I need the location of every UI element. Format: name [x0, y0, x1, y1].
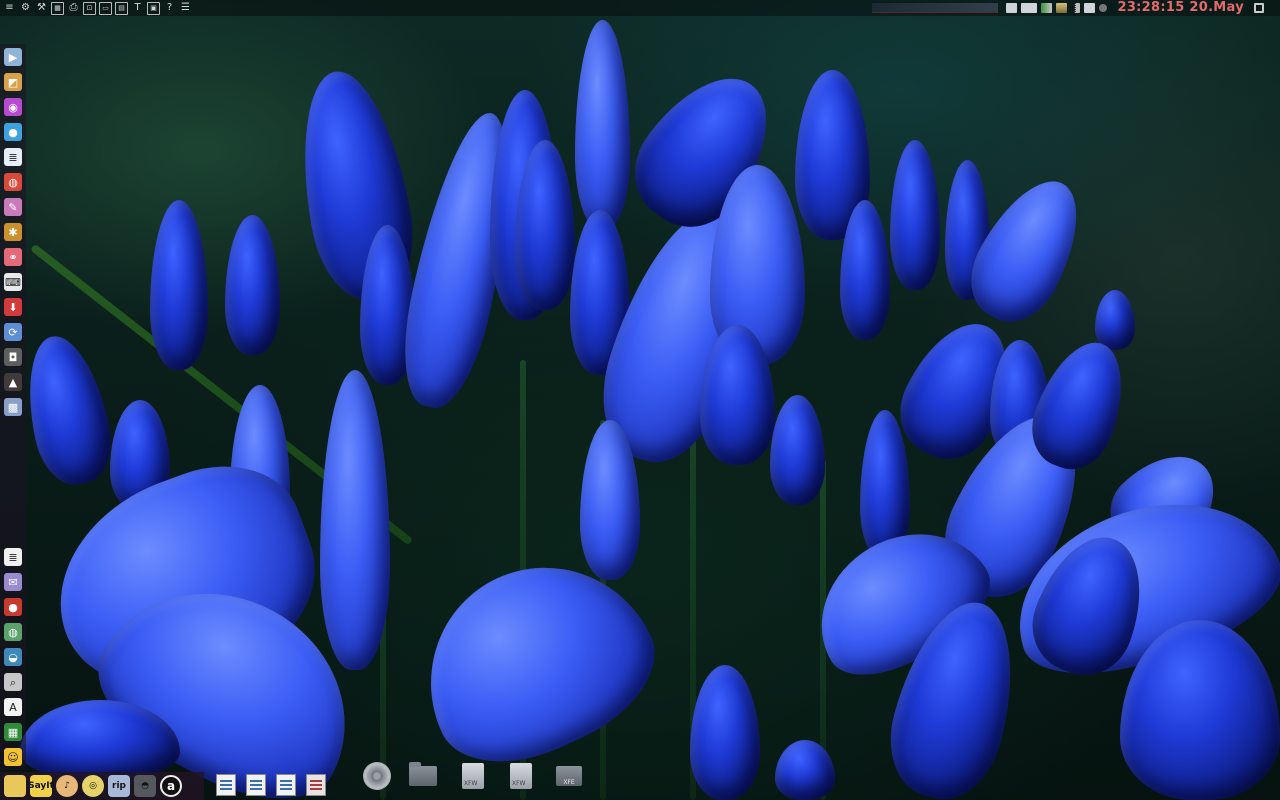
- calculator-icon[interactable]: ▦: [51, 1, 64, 15]
- media-player-icon[interactable]: ▶: [4, 48, 22, 66]
- amazon-icon[interactable]: a: [160, 775, 182, 797]
- left-bar-bottom-group: ≣ ✉ ● ◍ ◒ ⌕ A ▦ ☺: [4, 548, 22, 770]
- wallpaper-petal: [392, 529, 678, 791]
- text-editor-icon[interactable]: T: [131, 2, 144, 15]
- system-tray: 23:28:15 20.May: [872, 0, 1280, 16]
- wallpaper-petal: [575, 20, 630, 230]
- spreadsheet-icon[interactable]: ▦: [4, 723, 22, 741]
- file-manager-icon[interactable]: ▤: [115, 1, 128, 15]
- optical-drive-icon[interactable]: [362, 762, 392, 790]
- start-menu-icon[interactable]: [4, 775, 26, 797]
- cd-rip-icon[interactable]: rip: [108, 775, 130, 797]
- browser-icon[interactable]: ●: [4, 123, 22, 141]
- display-icon[interactable]: [1021, 3, 1038, 13]
- dog-icon[interactable]: ✱: [4, 223, 22, 241]
- earth-icon[interactable]: ◍: [4, 623, 22, 641]
- wallpaper-petal: [150, 200, 208, 370]
- list-icon[interactable]: ☰: [179, 2, 192, 15]
- notes-icon[interactable]: ≣: [4, 548, 22, 566]
- wallpaper-petal: [890, 140, 940, 290]
- red-ball-icon[interactable]: ●: [4, 598, 22, 616]
- network-icon[interactable]: ⚭: [4, 248, 22, 266]
- network-tray-icon[interactable]: [1041, 3, 1053, 13]
- workspace-icon[interactable]: [1006, 3, 1018, 13]
- logout-icon[interactable]: [1254, 3, 1264, 13]
- globe-pencil-icon[interactable]: ◒: [4, 648, 22, 666]
- wallpaper-petal: [320, 370, 390, 670]
- printer-icon[interactable]: ⎙: [67, 2, 80, 15]
- keyboard-layout-icon[interactable]: ⌨: [4, 273, 22, 291]
- cd-burner-icon[interactable]: ◎: [82, 775, 104, 797]
- download-icon[interactable]: ⬇: [4, 298, 22, 316]
- photo-viewer-icon[interactable]: ◩: [4, 73, 22, 91]
- eye-icon[interactable]: ◉: [4, 98, 22, 116]
- bottom-launcher-bar: SayIt ♪ ◎ rip ◓ a: [0, 772, 204, 800]
- clock[interactable]: 23:28:15 20.May: [1111, 0, 1250, 16]
- help-icon[interactable]: ?: [163, 2, 176, 15]
- window-icon[interactable]: ⊡: [83, 1, 96, 15]
- document-launcher-icon[interactable]: [276, 774, 296, 796]
- package-icon[interactable]: ▩: [4, 398, 22, 416]
- refresh-icon[interactable]: ⟳: [4, 323, 22, 341]
- signal-icon[interactable]: [1071, 3, 1081, 13]
- dictionary-icon[interactable]: A: [4, 698, 22, 716]
- picture-icon[interactable]: ▣: [147, 1, 160, 15]
- document-launcher-icon[interactable]: [306, 774, 326, 796]
- wallpaper-petal: [1095, 290, 1135, 350]
- globe-red-icon[interactable]: ◍: [4, 173, 22, 191]
- wallpaper-petal: [775, 740, 835, 800]
- taskbar-strip[interactable]: [872, 3, 999, 13]
- volume-icon[interactable]: [1084, 3, 1096, 13]
- hat-icon[interactable]: ▲: [4, 373, 22, 391]
- wallpaper-petal: [225, 215, 280, 355]
- desktop-wallpaper: [0, 0, 1280, 800]
- settings-gear-icon[interactable]: ⚙: [19, 2, 32, 15]
- xfe-file-manager-icon[interactable]: XFE: [554, 762, 584, 790]
- terminal-icon[interactable]: ▭: [99, 1, 112, 15]
- cd-player-icon[interactable]: ♪: [56, 775, 78, 797]
- xfw-editor-2-icon[interactable]: XFW: [506, 762, 536, 790]
- menu-icon[interactable]: ≡: [3, 2, 16, 15]
- smiley-icon[interactable]: ☺: [4, 748, 22, 766]
- status-dot-icon: [1099, 4, 1108, 12]
- sayit-icon[interactable]: SayIt: [28, 775, 54, 797]
- left-launcher-bar: ▶ ◩ ◉ ● ≣ ◍ ✎ ✱ ⚭ ⌨ ⬇ ⟳ ◘ ▲ ▩ ≣ ✉ ● ◍ ◒ ⌕ A ▦ ☺: [0, 44, 26, 770]
- top-panel: ≡ ⚙ ⚒ ▦ ⎙ ⊡ ▭ ▤ T ▣? ☰ 23:28:15 20.May: [0, 0, 1280, 16]
- chat-icon[interactable]: ✉: [4, 573, 22, 591]
- menu-icon[interactable]: [1268, 3, 1276, 13]
- tools-icon[interactable]: ⚒: [35, 2, 48, 15]
- wallpaper-petal: [770, 395, 825, 505]
- xfw-editor-icon[interactable]: XFW: [458, 762, 488, 790]
- screenshot-icon[interactable]: ◓: [134, 775, 156, 797]
- document-launcher-icon[interactable]: [246, 774, 266, 796]
- wallpaper-petal: [690, 665, 760, 800]
- home-folder-icon[interactable]: [408, 762, 438, 790]
- search-icon[interactable]: ⌕: [4, 673, 22, 691]
- document-launcher-icon[interactable]: [216, 774, 236, 796]
- battery-icon[interactable]: [1056, 3, 1068, 13]
- camera-icon[interactable]: ◘: [4, 348, 22, 366]
- top-launcher-tray: ≡ ⚙ ⚒ ▦ ⎙ ⊡ ▭ ▤ T ▣? ☰: [0, 1, 192, 15]
- wallpaper-petal: [15, 328, 120, 492]
- document-icon[interactable]: ≣: [4, 148, 22, 166]
- paint-icon[interactable]: ✎: [4, 198, 22, 216]
- left-bar-top-group: ▶ ◩ ◉ ● ≣ ◍ ✎ ✱ ⚭ ⌨ ⬇ ⟳ ◘ ▲ ▩: [4, 44, 22, 416]
